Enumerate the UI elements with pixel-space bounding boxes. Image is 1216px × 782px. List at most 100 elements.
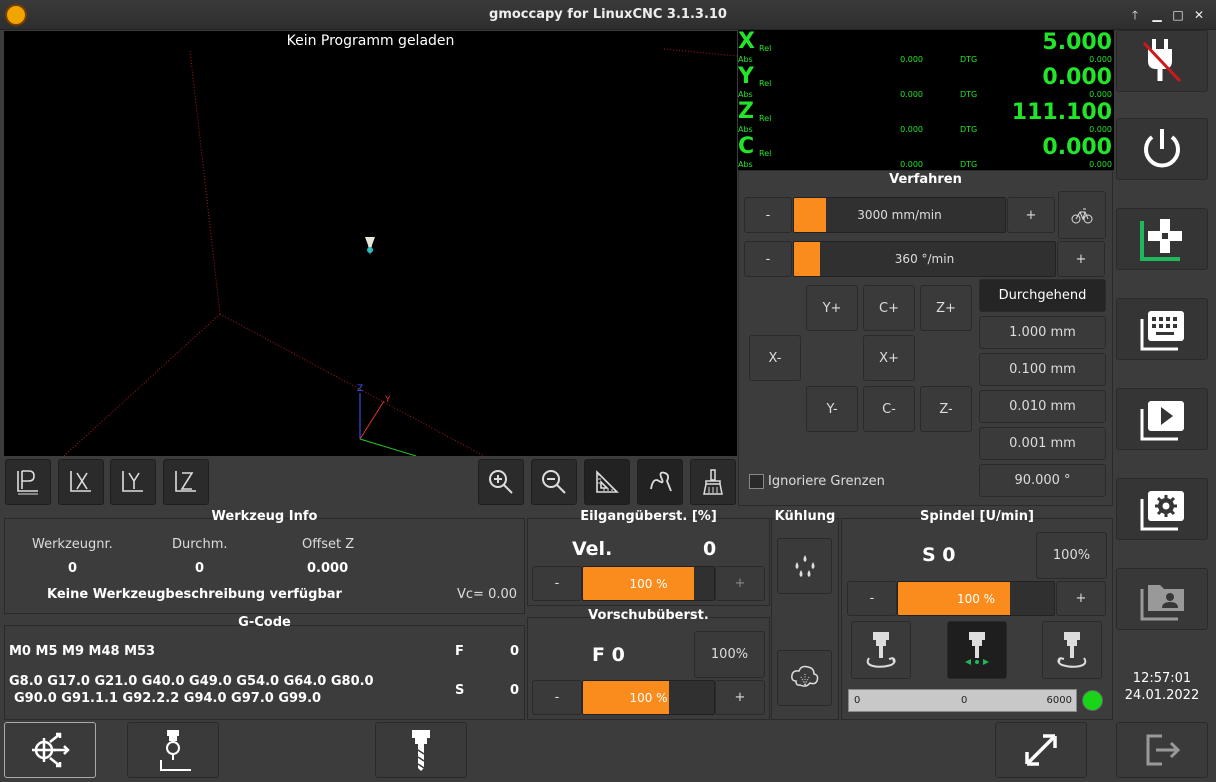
feed-override-bar[interactable]: 100 % — [582, 680, 715, 715]
jog-y-minus-button[interactable]: Y- — [806, 386, 858, 432]
feed-override-increase-button[interactable]: + — [715, 680, 765, 715]
tool-button[interactable] — [375, 722, 467, 778]
keep-above-icon[interactable]: 🡑 — [1126, 6, 1144, 24]
zoom-out-button[interactable] — [531, 459, 577, 505]
dro-abs-label: Abs — [738, 125, 753, 134]
svg-text:Z: Z — [357, 384, 363, 394]
fullscreen-button[interactable] — [995, 722, 1087, 778]
dro-row-y[interactable]: Y Rel Abs 0.000 DTG 0.000 0.000 — [738, 64, 1114, 100]
velocity-label: Vel. — [572, 538, 613, 560]
dro-abs-label: Abs — [738, 160, 753, 169]
auto-mode-button[interactable] — [1116, 388, 1208, 450]
power-icon — [1144, 129, 1180, 168]
dro-dtg-label: DTG — [960, 55, 978, 64]
turtle-jog-button[interactable] — [1058, 191, 1106, 239]
spindle-override-value: 100 % — [956, 591, 996, 606]
home-all-button[interactable] — [4, 722, 96, 778]
feed-label: F — [455, 644, 464, 659]
dro-axis-letter: X — [738, 29, 755, 54]
spindle-stop-button[interactable] — [947, 621, 1007, 679]
show-tool-path-button[interactable] — [637, 459, 683, 505]
spindle-decrease-button[interactable]: - — [847, 581, 897, 616]
dro-row-z[interactable]: Z Rel Abs 0.000 DTG 0.000 111.100 — [738, 99, 1114, 135]
jog-angular-speed-value: 360 °/min — [894, 252, 955, 266]
velocity-value: 0 — [703, 538, 717, 560]
dro-row-x[interactable]: X Rel Abs 0.000 DTG 0.000 5.000 — [738, 29, 1114, 65]
tool-description: Keine Werkzeugbeschreibung verfügbar — [47, 587, 342, 602]
estop-button[interactable] — [1116, 30, 1208, 92]
jog-linear-speed-bar[interactable]: 3000 mm/min — [793, 197, 1006, 233]
increment-01mm-button[interactable]: 0.100 mm — [979, 353, 1106, 386]
feed-display: F 0 — [592, 644, 625, 666]
increment-continuous-button[interactable]: Durchgehend — [979, 279, 1106, 312]
view-z-button[interactable] — [163, 459, 209, 505]
tool-offset-value: 0.000 — [307, 561, 349, 576]
title-bar: gmoccapy for LinuxCNC 3.1.3.10 🡑 ▁ □ ✕ — [0, 0, 1216, 30]
jog-angular-speed-bar[interactable]: 360 °/min — [793, 241, 1056, 277]
increment-001mm-button[interactable]: 0.010 mm — [979, 390, 1106, 423]
zoom-in-button[interactable] — [478, 459, 524, 505]
close-icon[interactable]: ✕ — [1190, 6, 1208, 24]
window-title: gmoccapy for LinuxCNC 3.1.3.10 — [489, 7, 727, 22]
zoom-out-icon — [542, 470, 566, 494]
view-x-button[interactable] — [58, 459, 104, 505]
jog-x-minus-button[interactable]: X- — [749, 335, 801, 381]
set-square-icon — [596, 470, 619, 493]
machine-on-button[interactable] — [1116, 118, 1208, 180]
exit-button[interactable] — [1116, 722, 1208, 778]
gear-icon — [1140, 491, 1184, 531]
clock-date: 24.01.2022 — [1124, 688, 1200, 703]
jog-z-plus-button[interactable]: Z+ — [920, 285, 972, 331]
increment-0001mm-button[interactable]: 0.001 mm — [979, 427, 1106, 460]
increment-1mm-button[interactable]: 1.000 mm — [979, 316, 1106, 349]
dro-dtg-label: DTG — [960, 125, 978, 134]
feed-reset-button[interactable]: 100% — [694, 631, 765, 678]
rapid-override-decrease-button[interactable]: - — [532, 566, 582, 601]
jog-y-plus-button[interactable]: Y+ — [806, 285, 858, 331]
gcode-preview[interactable]: Z Y Kein Programm geladen — [4, 31, 737, 456]
jog-z-minus-button[interactable]: Z- — [920, 386, 972, 432]
manual-mode-button[interactable] — [1116, 208, 1208, 270]
spindle-reset-button[interactable]: 100% — [1036, 532, 1107, 579]
clear-plot-button[interactable] — [690, 459, 736, 505]
rapid-override-bar[interactable]: 100 % — [582, 566, 715, 601]
jog-c-plus-button[interactable]: C+ — [863, 285, 915, 331]
dro-rel-value: 111.100 — [1011, 100, 1112, 125]
rapid-override-increase-button[interactable]: + — [715, 566, 765, 601]
feed-override-decrease-button[interactable]: - — [532, 680, 582, 715]
maximize-icon[interactable]: □ — [1169, 6, 1187, 24]
touch-off-button[interactable] — [127, 722, 219, 778]
jog-title: Verfahren — [889, 172, 962, 187]
ignore-limits-checkbox[interactable] — [749, 474, 764, 489]
minimize-icon[interactable]: ▁ — [1148, 6, 1166, 24]
scale-current: 0 — [961, 695, 968, 706]
mdi-mode-button[interactable] — [1116, 298, 1208, 360]
dro-rel-label: Rel — [759, 149, 772, 158]
jog-speed-increase-button[interactable]: + — [1007, 197, 1055, 233]
dro-row-c[interactable]: C Rel Abs 0.000 DTG 0.000 0.000 — [738, 134, 1114, 170]
spindle-reverse-button[interactable] — [1042, 621, 1102, 679]
increment-angular-button[interactable]: 90.000 ° — [979, 464, 1106, 497]
view-p-button[interactable] — [5, 459, 51, 505]
spindle-increase-button[interactable]: + — [1056, 581, 1106, 616]
user-tabs-button[interactable] — [1116, 568, 1208, 630]
settings-button[interactable] — [1116, 478, 1208, 540]
flood-coolant-button[interactable] — [777, 538, 832, 594]
spindle-forward-button[interactable] — [851, 621, 911, 679]
view-z-icon — [175, 471, 196, 492]
jog-angular-decrease-button[interactable]: - — [744, 241, 792, 277]
view-y-button[interactable] — [110, 459, 156, 505]
jog-c-minus-button[interactable]: C- — [863, 386, 915, 432]
spindle-override-bar[interactable]: 100 % — [897, 581, 1055, 616]
dro-dtg-value: 0.000 — [1089, 90, 1112, 99]
jog-x-plus-button[interactable]: X+ — [863, 335, 915, 381]
jog-angular-increase-button[interactable]: + — [1057, 241, 1105, 277]
user-folder-icon — [1140, 585, 1184, 621]
mist-coolant-button[interactable] — [777, 650, 832, 706]
show-dimensions-button[interactable] — [584, 459, 630, 505]
dro-display[interactable]: X Rel Abs 0.000 DTG 0.000 5.000 Y Rel Ab… — [738, 29, 1114, 170]
dro-dtg-label: DTG — [960, 160, 978, 169]
jog-speed-decrease-button[interactable]: - — [744, 197, 792, 233]
preview-canvas: Z Y — [63, 48, 737, 456]
spindle-cw-icon — [866, 632, 896, 668]
